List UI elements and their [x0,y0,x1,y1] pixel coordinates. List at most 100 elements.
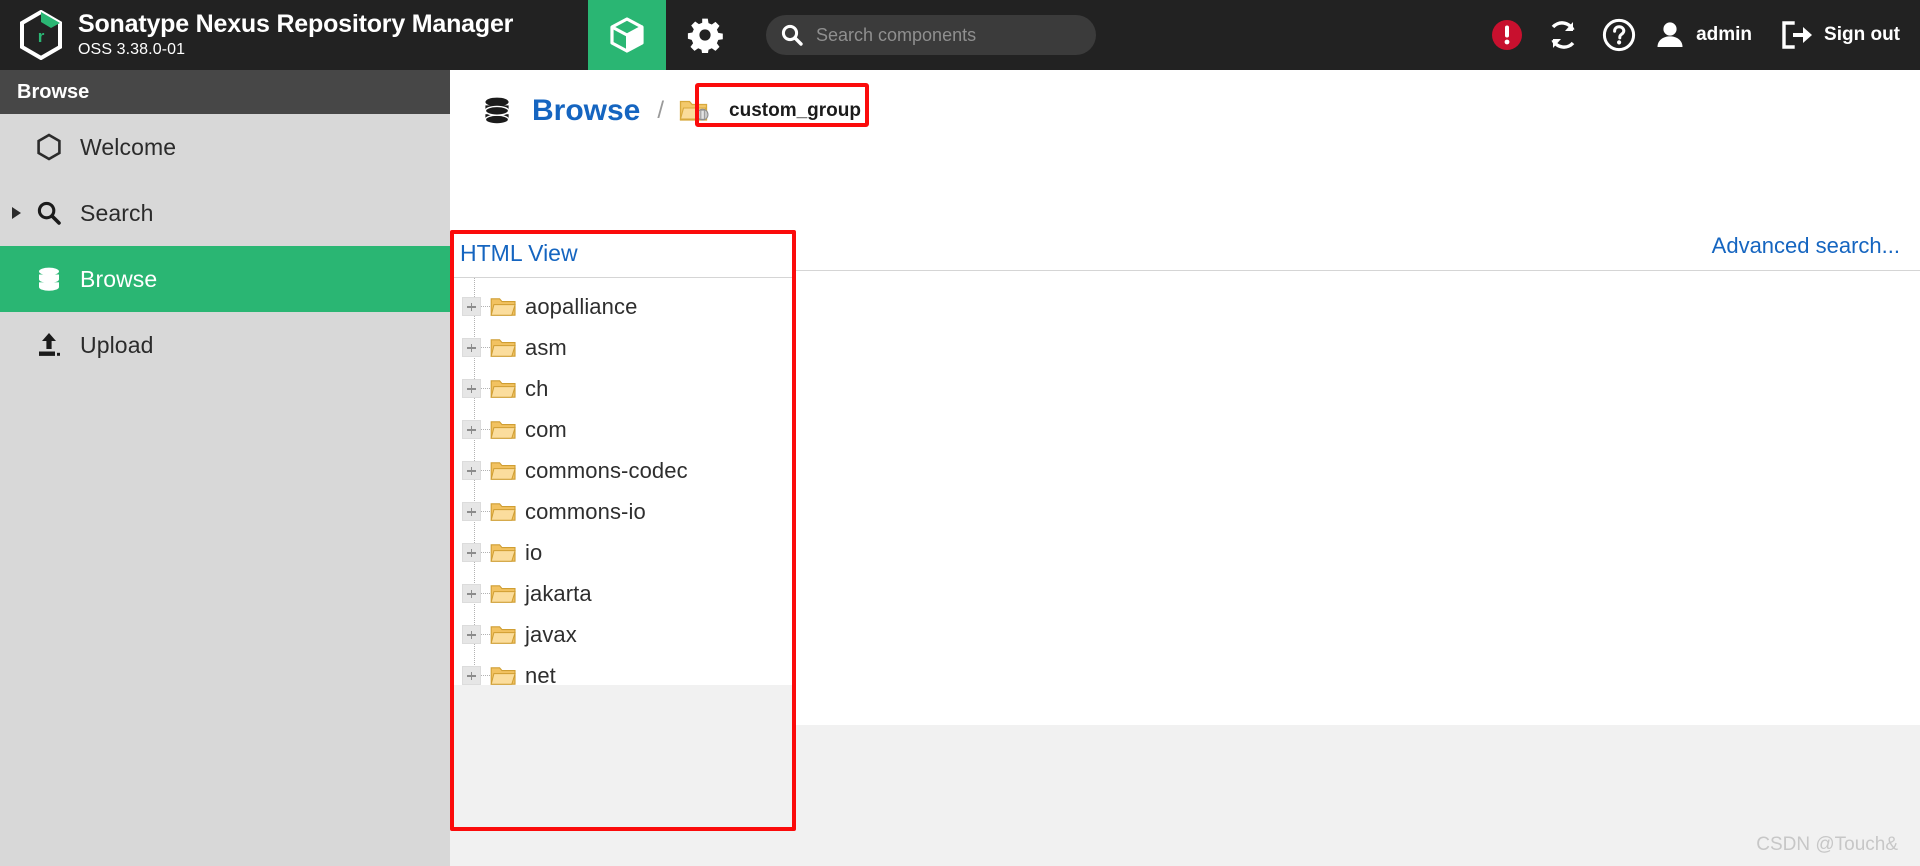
breadcrumb-separator: / [657,97,665,124]
folder-icon [490,584,516,603]
folder-icon [490,461,516,480]
chevron-right-icon [12,207,21,219]
tree-node[interactable]: io [450,532,796,573]
tree-connector [481,306,490,307]
watermark-label: CSDN @Touch& [1756,834,1898,855]
expand-plus-icon[interactable] [462,297,481,316]
expand-plus-icon[interactable] [462,543,481,562]
sidebar-title: Browse [17,80,90,103]
tree-node[interactable]: javax [450,614,796,655]
expand-plus-icon[interactable] [462,420,481,439]
html-view-title: HTML View [450,230,796,278]
nexus-hexagon-logo: r [20,10,62,60]
folder-icon [490,338,516,357]
expand-plus-icon[interactable] [462,584,481,603]
sidebar-item-label: Welcome [80,133,177,160]
tree-connector [481,429,490,430]
advanced-search-link[interactable]: Advanced search... [1712,233,1900,259]
database-icon [484,97,510,125]
tree-node-label: javax [525,621,577,647]
tree-node-label: commons-codec [525,457,688,483]
html-view-panel: HTML View aopalliance asm ch com commons… [450,230,796,730]
app-root: r Sonatype Nexus Repository Manager OSS … [0,0,1920,866]
tree-node-label: ch [525,375,549,401]
tree-node[interactable]: commons-io [450,491,796,532]
svg-text:r: r [38,27,45,46]
tab-administration[interactable] [666,0,744,70]
sidebar-item-welcome[interactable]: Welcome [0,114,450,180]
folder-icon [490,666,516,685]
sidebar-item-browse[interactable]: Browse [0,246,450,312]
sign-out-icon [1782,21,1813,49]
tree-node-label: net [525,662,556,686]
tree-node-label: commons-io [525,498,646,524]
main-content: Browse / custom_group Advanced search...… [450,70,1920,866]
user-avatar-icon [1657,22,1683,47]
tree-node[interactable]: ch [450,368,796,409]
tree-node[interactable]: com [450,409,796,450]
search-area [766,0,1096,70]
tree-connector [481,552,490,553]
tree-connector [481,347,490,348]
app-version: OSS 3.38.0-01 [78,41,186,58]
upload-icon [34,331,64,359]
help-button[interactable] [1591,0,1647,70]
refresh-sync-icon [1551,21,1575,49]
expand-plus-icon[interactable] [462,502,481,521]
cube-icon [610,17,644,53]
tree-node[interactable]: net [450,655,796,685]
app-title: Sonatype Nexus Repository Manager [78,10,514,38]
refresh-button[interactable] [1535,0,1591,70]
database-icon [34,265,64,293]
left-sidebar: Browse Welcome Search Browse Upload [0,70,450,866]
sidebar-item-label: Upload [80,331,154,358]
expand-plus-icon[interactable] [462,379,481,398]
expand-plus-icon[interactable] [462,666,481,685]
component-tree: aopalliance asm ch com commons-codec com… [450,278,796,685]
breadcrumb: Browse / custom_group [450,70,1920,152]
tree-connector [481,511,490,512]
question-circle-icon [1602,18,1636,52]
tree-connector [481,593,490,594]
expand-plus-icon[interactable] [462,461,481,480]
sign-out-button[interactable]: Sign out [1780,0,1900,70]
brand-area: r Sonatype Nexus Repository Manager OSS … [0,0,588,70]
top-header-bar: r Sonatype Nexus Repository Manager OSS … [0,0,1920,70]
tree-node-label: io [525,539,543,565]
tree-connector [481,634,490,635]
topbar-right-icons: admin Sign out [1479,0,1920,70]
tree-node[interactable]: jakarta [450,573,796,614]
gear-icon [687,18,723,53]
sign-out-label: Sign out [1824,24,1900,45]
sidebar-item-search[interactable]: Search [0,180,450,246]
tree-node[interactable]: asm [450,327,796,368]
folder-icon [490,297,516,316]
search-icon [781,24,803,46]
tree-connector [481,388,490,389]
search-icon [34,200,64,226]
expand-plus-icon[interactable] [462,338,481,357]
sidebar-header: Browse [0,70,450,114]
sidebar-item-label: Browse [80,265,158,292]
hexagon-icon [34,133,64,161]
breadcrumb-leaf-wrap: custom_group [679,82,875,130]
tree-node[interactable]: aopalliance [450,286,796,327]
tree-connector [481,470,490,471]
sidebar-item-upload[interactable]: Upload [0,312,450,378]
search-box[interactable] [766,15,1096,55]
user-name-label: admin [1696,24,1753,45]
content-background-lower [450,725,1920,866]
folder-icon [490,625,516,644]
alert-button[interactable] [1479,0,1535,70]
tree-node[interactable]: commons-codec [450,450,796,491]
breadcrumb-root-link[interactable]: Browse [532,94,640,128]
repository-folder-icon [679,100,709,121]
breadcrumb-current-repository[interactable]: custom_group [715,93,875,130]
folder-icon [490,379,516,398]
tab-browse[interactable] [588,0,666,70]
expand-plus-icon[interactable] [462,625,481,644]
user-menu[interactable]: admin [1647,0,1758,70]
folder-icon [490,543,516,562]
search-input[interactable] [814,23,1082,47]
